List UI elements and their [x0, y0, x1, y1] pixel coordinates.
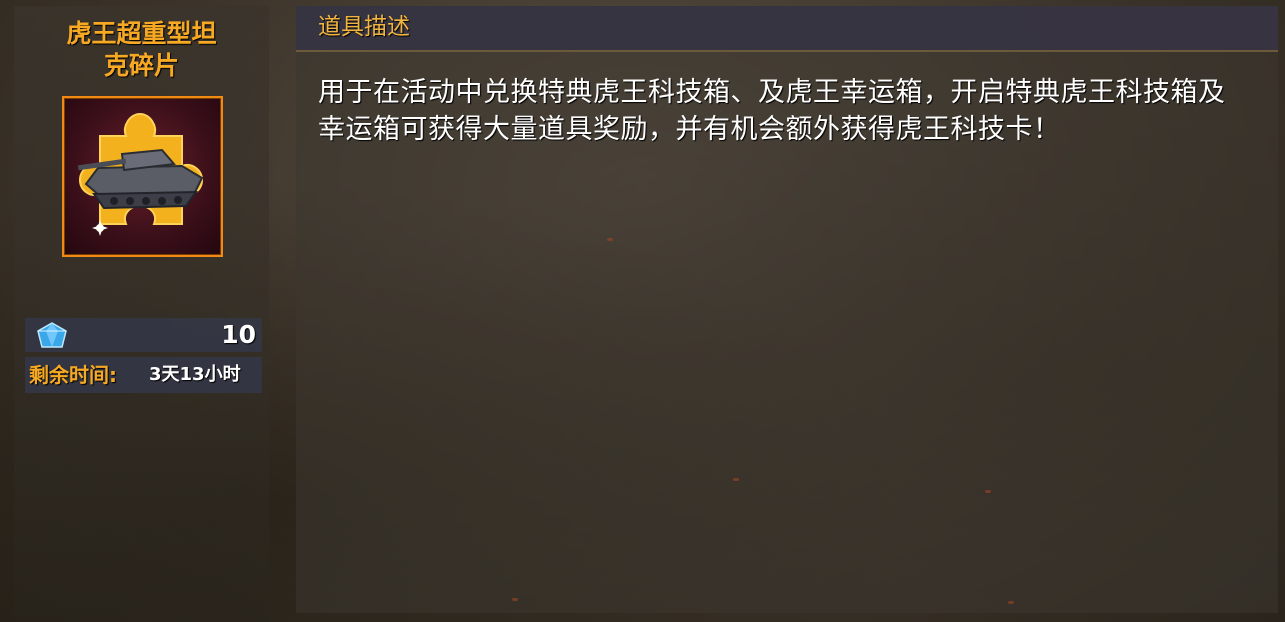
- price-row: 10: [25, 318, 262, 352]
- tank-puzzle-piece-icon: [77, 112, 204, 236]
- description-text: 用于在活动中兑换特典虎王科技箱、及虎王幸运箱，开启特典虎王科技箱及幸运箱可获得大…: [318, 77, 1226, 145]
- ember-decoration: [1008, 601, 1014, 604]
- remaining-time-row: 剩余时间: 3天13小时: [25, 357, 262, 393]
- ember-decoration: [512, 598, 518, 601]
- item-card: 虎王超重型坦 克碎片: [14, 6, 269, 622]
- diamond-icon: [37, 322, 67, 348]
- ember-decoration: [733, 478, 739, 481]
- description-header: 道具描述: [296, 6, 1278, 52]
- description-title: 道具描述: [318, 14, 410, 40]
- remaining-time-label: 剩余时间:: [29, 363, 117, 387]
- ember-decoration: [607, 238, 613, 241]
- price-value: 10: [221, 320, 256, 349]
- remaining-time-value: 3天13小时: [149, 364, 241, 385]
- item-name: 虎王超重型坦 克碎片: [66, 19, 217, 80]
- ember-decoration: [985, 490, 991, 493]
- description-panel: 道具描述 用于在活动中兑换特典虎王科技箱、及虎王幸运箱，开启特典虎王科技箱及幸运…: [296, 6, 1278, 613]
- item-icon-frame[interactable]: [62, 96, 223, 257]
